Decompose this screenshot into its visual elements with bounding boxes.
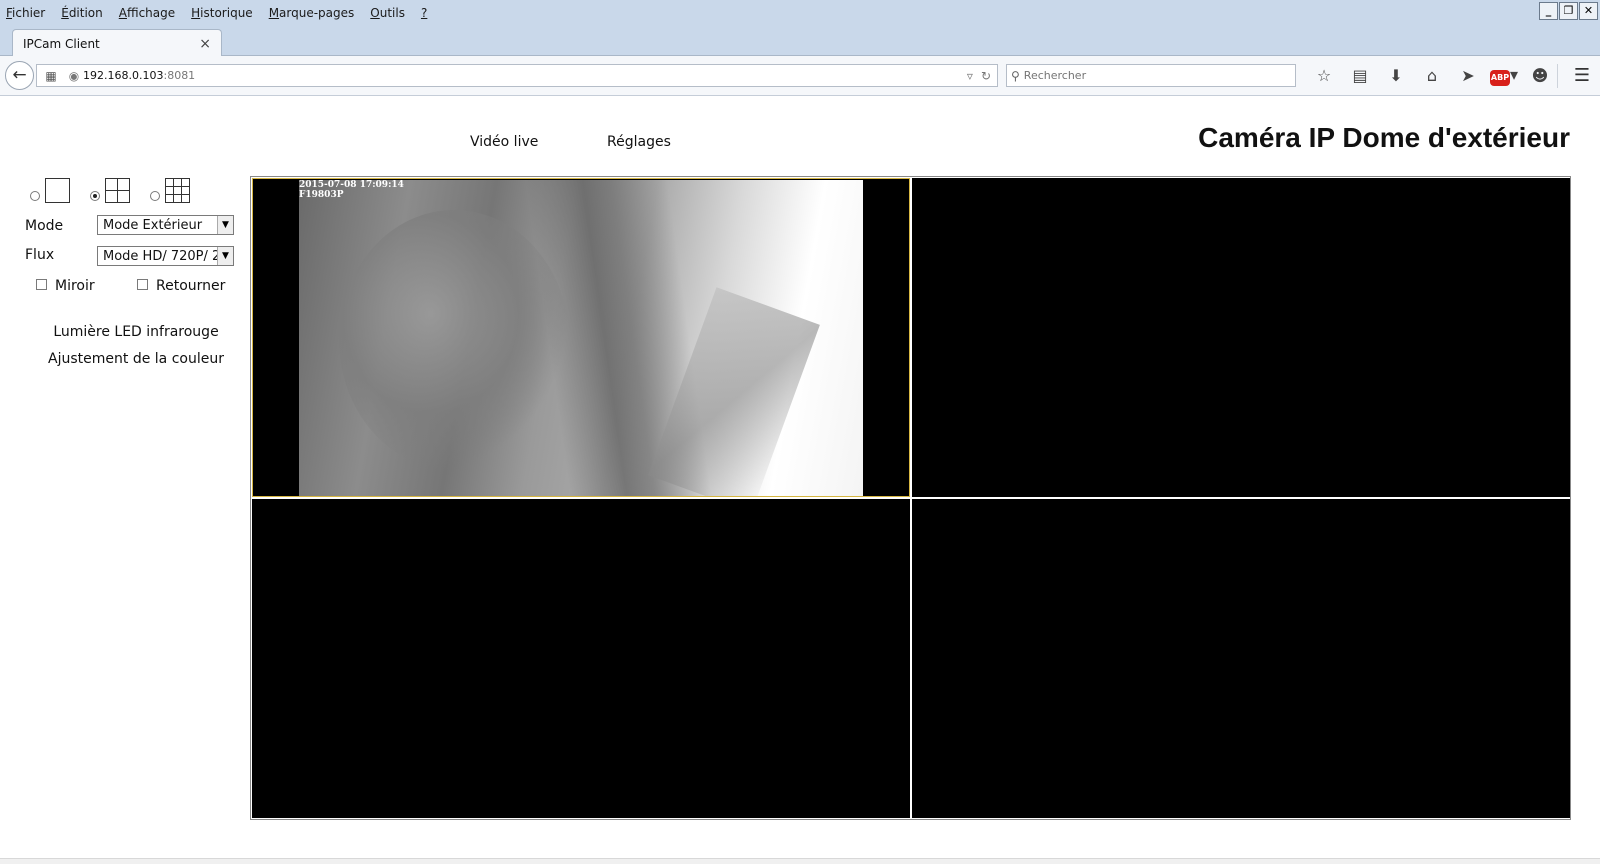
window-controls: _ ❐ ✕ [1539,2,1598,20]
video-cell-2[interactable] [912,178,1570,497]
site-identity-icon[interactable]: ▦ [37,69,65,83]
flip-checkbox[interactable] [137,279,148,290]
video-cell-3[interactable] [252,499,910,818]
menu-historique[interactable]: Historique [191,6,253,20]
url-host: 192.168.0.103 [83,69,164,82]
menu-edition[interactable]: Édition [61,6,103,20]
osd-overlay: 2015-07-08 17:09:14 F19803P [299,180,404,200]
back-arrow-icon: ← [12,65,27,85]
back-button[interactable]: ← [5,61,34,90]
nav-settings[interactable]: Réglages [607,134,671,150]
download-icon[interactable]: ⬇ [1378,66,1414,85]
tab-strip: IPCam Client × + [0,25,1600,76]
chat-icon[interactable]: ☻ [1522,66,1558,85]
nav-live-video[interactable]: Vidéo live [470,134,538,150]
nine-view-icon [165,178,190,203]
flux-select[interactable]: Mode HD/ 720P/ 23 ▼ [97,246,234,266]
tab-ipcam-client[interactable]: IPCam Client × [12,29,222,57]
mode-value: Mode Extérieur [103,217,203,233]
layout-option-1x1[interactable] [30,178,70,203]
reading-list-icon[interactable]: ▤ [1342,66,1378,85]
hamburger-menu-icon[interactable]: ☰ [1574,65,1590,86]
navigation-bar: ← ▦ ◉ 192.168.0.103 :8081 ▿ ↻ ⚲ ☆ ▤ ⬇ ⌂ … [0,56,1600,96]
menu-affichage[interactable]: Affichage [119,6,175,20]
color-adjust-link[interactable]: Ajustement de la couleur [0,351,272,367]
bottom-status-bar [0,858,1600,864]
menu-outils[interactable]: Outils [370,6,405,20]
layout-selector [30,178,210,203]
chevron-down-icon: ▼ [217,216,233,234]
video-cell-1[interactable]: 2015-07-08 17:09:14 F19803P [252,178,910,497]
layout-option-3x3[interactable] [150,178,190,203]
flux-label: Flux [25,247,55,263]
layout-radio-2x2[interactable] [90,191,100,201]
chevron-down-icon: ▼ [217,247,233,265]
adblock-icon[interactable]: ABP▾ [1486,65,1522,86]
mode-label: Mode [25,218,64,234]
video-cell-4[interactable] [912,499,1570,818]
url-bar[interactable]: ▦ ◉ 192.168.0.103 :8081 ▿ ↻ [36,64,998,87]
layout-option-2x2[interactable] [90,178,130,203]
close-window-button[interactable]: ✕ [1579,2,1598,20]
video-grid: 2015-07-08 17:09:14 F19803P [250,176,1571,820]
toolbar-icons: ☆ ▤ ⬇ ⌂ ➤ ABP▾ ☻ [1306,65,1558,86]
tab-close-icon[interactable]: × [199,36,211,52]
layout-radio-1x1[interactable] [30,191,40,201]
ir-led-link[interactable]: Lumière LED infrarouge [0,324,272,340]
quad-view-icon [105,178,130,203]
camera-feed: 2015-07-08 17:09:14 F19803P [299,180,863,496]
search-icon: ⚲ [1011,68,1020,83]
search-bar[interactable]: ⚲ [1006,64,1296,87]
flip-label: Retourner [156,278,226,294]
menu-marque-pages[interactable]: Marque-pages [269,6,355,20]
single-view-icon [45,178,70,203]
reload-icon[interactable]: ↻ [981,69,991,83]
send-icon[interactable]: ➤ [1450,66,1486,85]
url-dropdown-icon[interactable]: ▿ [967,69,973,83]
search-input[interactable] [1023,69,1274,82]
tab-title: IPCam Client [23,36,100,51]
restore-button[interactable]: ❐ [1559,2,1578,20]
minimize-button[interactable]: _ [1539,2,1558,20]
page-title: Caméra IP Dome d'extérieur [1198,122,1570,153]
mirror-label: Miroir [55,278,95,294]
globe-icon: ◉ [68,68,80,83]
menu-fichier[interactable]: Fichier [6,6,45,20]
home-icon[interactable]: ⌂ [1414,66,1450,85]
mode-select[interactable]: Mode Extérieur ▼ [97,215,234,235]
mirror-checkbox[interactable] [36,279,47,290]
url-port: :8081 [163,69,196,82]
flux-value: Mode HD/ 720P/ 23 [103,248,217,264]
osd-model: F19803P [299,190,344,200]
osd-timestamp: 2015-07-08 17:09:14 [299,180,404,190]
star-icon[interactable]: ☆ [1306,66,1342,85]
menu-aide[interactable]: ? [421,6,427,20]
layout-radio-3x3[interactable] [150,191,160,201]
menu-bar: Fichier Édition Affichage Historique Mar… [0,0,1600,25]
